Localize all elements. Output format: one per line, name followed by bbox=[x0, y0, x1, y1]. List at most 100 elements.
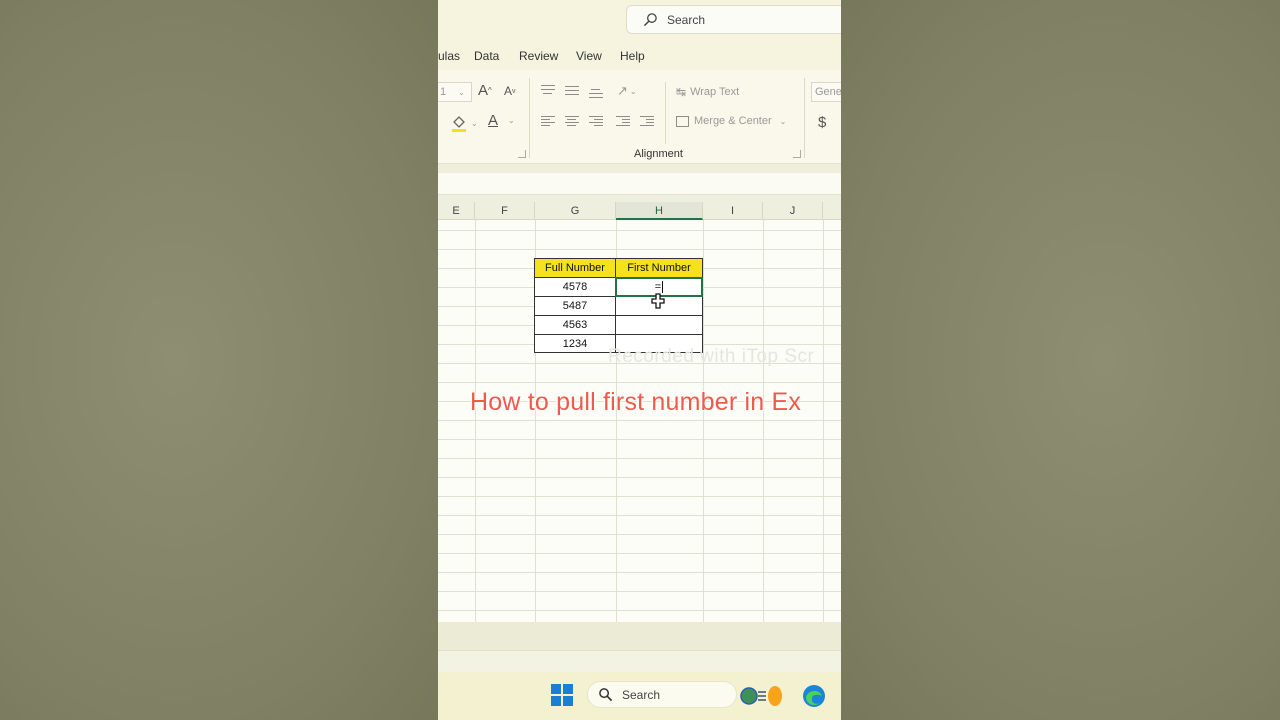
paint-bucket-icon bbox=[452, 116, 466, 132]
increase-indent-icon bbox=[640, 115, 654, 127]
currency-button[interactable]: $ bbox=[818, 114, 826, 131]
search-icon bbox=[599, 688, 613, 702]
ribbon-separator bbox=[529, 78, 530, 158]
merge-cells-icon bbox=[676, 115, 689, 127]
blurred-background-right bbox=[841, 0, 1280, 720]
orientation-icon: ↗ bbox=[617, 83, 628, 98]
cell-full-number[interactable]: 4578 bbox=[534, 277, 616, 297]
formula-bar[interactable] bbox=[438, 173, 841, 195]
grow-font-button[interactable]: A ^ bbox=[478, 82, 492, 99]
excel-window: Search ulas Data Review View Help 1 ⌄ A ^… bbox=[438, 0, 841, 720]
blurred-background-left bbox=[0, 0, 438, 720]
wrap-text-icon: ↹ bbox=[676, 85, 687, 99]
top-align-icon bbox=[541, 84, 555, 96]
column-header-j[interactable]: J bbox=[763, 202, 823, 220]
cell-full-number[interactable]: 5487 bbox=[534, 296, 616, 316]
chevron-down-icon: ⌄ bbox=[458, 87, 465, 97]
alignment-dialog-launcher[interactable] bbox=[793, 150, 801, 158]
windows-start-icon[interactable] bbox=[551, 684, 573, 706]
column-header-h[interactable]: H bbox=[616, 202, 703, 220]
shrink-font-button[interactable]: Av bbox=[504, 84, 516, 98]
tab-view[interactable]: View bbox=[576, 49, 602, 63]
header-full-number[interactable]: Full Number bbox=[534, 258, 616, 278]
increase-indent-button[interactable] bbox=[640, 115, 654, 127]
video-overlay-title: How to pull first number in Ex bbox=[470, 388, 802, 416]
chevron-down-icon: ⌄ bbox=[779, 116, 787, 126]
column-header-e[interactable]: E bbox=[438, 202, 475, 220]
font-size-value: 1 bbox=[440, 86, 447, 98]
middle-align-button[interactable] bbox=[565, 84, 579, 96]
middle-align-icon bbox=[565, 84, 579, 96]
title-search-label: Search bbox=[667, 12, 706, 27]
fill-color-button[interactable]: ⌄ bbox=[450, 114, 478, 132]
ribbon-tabs: ulas Data Review View Help bbox=[438, 40, 841, 70]
gridline bbox=[703, 220, 704, 622]
gridline bbox=[763, 220, 764, 622]
wrap-text-label: Wrap Text bbox=[690, 86, 740, 98]
ribbon-separator bbox=[804, 78, 805, 158]
shrink-font-letter: A bbox=[504, 84, 513, 98]
wrap-text-button[interactable]: ↹ Wrap Text bbox=[676, 85, 739, 99]
ribbon-gap bbox=[438, 164, 841, 173]
text-caret bbox=[662, 281, 664, 293]
currency-symbol: $ bbox=[818, 114, 827, 131]
orientation-button[interactable]: ↗ ⌄ bbox=[617, 83, 637, 99]
ribbon: 1 ⌄ A ^ Av ⌄ A ⌄ ↗ ⌄ ↹ Wrap Text Merge &… bbox=[438, 70, 841, 164]
number-format-dropdown[interactable]: Gene bbox=[811, 82, 841, 102]
recording-watermark: Recorded with iTop Scr bbox=[608, 346, 815, 367]
chevron-down-icon: ⌄ bbox=[629, 86, 637, 96]
windows-taskbar: Search bbox=[438, 672, 841, 720]
font-color-letter: A bbox=[488, 112, 499, 129]
chevron-down-icon: ⌄ bbox=[508, 116, 515, 125]
taskbar-search-label: Search bbox=[622, 687, 661, 702]
column-header-f[interactable]: F bbox=[475, 202, 535, 220]
bottom-align-icon bbox=[589, 86, 603, 98]
grow-font-letter: A bbox=[478, 82, 489, 99]
font-size-dropdown[interactable]: 1 ⌄ bbox=[438, 82, 472, 102]
align-center-icon bbox=[565, 115, 579, 127]
merge-center-button[interactable]: Merge & Center ⌄ bbox=[676, 115, 786, 127]
merge-center-label: Merge & Center bbox=[694, 115, 772, 127]
decrease-indent-icon bbox=[616, 115, 630, 127]
gridline bbox=[823, 220, 824, 622]
tab-help[interactable]: Help bbox=[620, 49, 645, 63]
align-center-button[interactable] bbox=[565, 115, 579, 127]
widgets-icon[interactable] bbox=[740, 684, 782, 708]
taskbar-search-box[interactable]: Search bbox=[587, 681, 737, 708]
ribbon-separator bbox=[665, 112, 666, 144]
tab-review[interactable]: Review bbox=[519, 49, 558, 63]
edge-browser-icon[interactable] bbox=[802, 684, 826, 708]
align-right-button[interactable] bbox=[589, 115, 603, 127]
column-headers: E F G H I J bbox=[438, 202, 841, 220]
column-header-i[interactable]: I bbox=[703, 202, 763, 220]
tab-data[interactable]: Data bbox=[474, 49, 499, 63]
number-format-value: Gene bbox=[815, 86, 841, 98]
align-left-icon bbox=[541, 115, 555, 127]
chevron-down-icon: ⌄ bbox=[471, 118, 478, 128]
search-icon bbox=[643, 13, 657, 27]
title-bar: Search bbox=[438, 0, 841, 40]
align-left-button[interactable] bbox=[541, 115, 555, 127]
ribbon-separator bbox=[665, 82, 666, 114]
gridline bbox=[475, 220, 476, 622]
align-right-icon bbox=[589, 115, 603, 127]
font-color-button[interactable]: A bbox=[488, 112, 498, 129]
alignment-group-label: Alignment bbox=[634, 148, 683, 160]
font-dialog-launcher[interactable] bbox=[518, 150, 526, 158]
column-header-g[interactable]: G bbox=[535, 202, 616, 220]
decrease-indent-button[interactable] bbox=[616, 115, 630, 127]
cell-cursor-icon bbox=[651, 293, 665, 309]
formula-gap bbox=[438, 195, 841, 202]
status-bar bbox=[438, 650, 841, 672]
title-search-box[interactable]: Search bbox=[626, 5, 841, 34]
bottom-align-button[interactable] bbox=[589, 86, 603, 98]
tab-formulas[interactable]: ulas bbox=[438, 49, 460, 63]
column-header-k[interactable] bbox=[823, 202, 841, 220]
active-cell-value: = bbox=[654, 281, 662, 293]
top-align-button[interactable] bbox=[541, 84, 555, 96]
cell-full-number[interactable]: 4563 bbox=[534, 315, 616, 335]
cell-full-number[interactable]: 1234 bbox=[534, 334, 616, 353]
sheet-tabs-bar bbox=[438, 622, 841, 650]
header-first-number[interactable]: First Number bbox=[615, 258, 703, 278]
cell-first-number[interactable] bbox=[615, 315, 703, 335]
